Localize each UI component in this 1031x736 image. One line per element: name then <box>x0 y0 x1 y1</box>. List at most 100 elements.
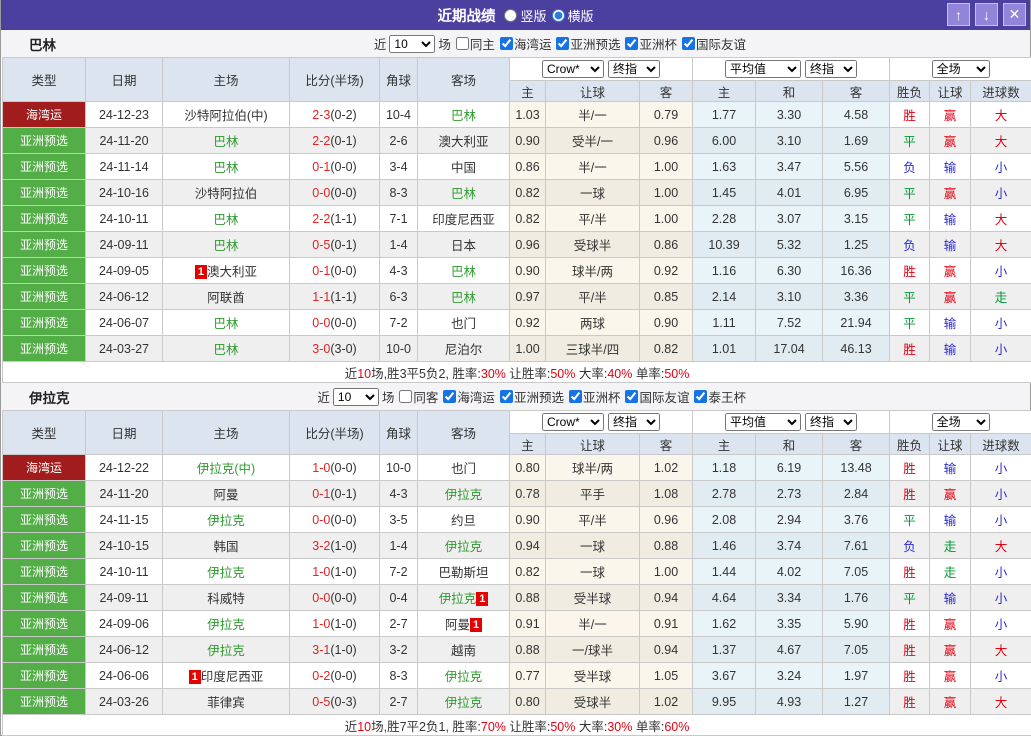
company-select[interactable]: Crow* <box>542 60 604 78</box>
column-header: 类型 <box>3 411 86 455</box>
average-index-select[interactable]: 终指 <box>805 60 857 78</box>
layout-option-vertical[interactable]: 竖版 <box>504 6 546 25</box>
league-filter[interactable]: 海湾运 <box>495 34 552 53</box>
column-header: 让球 <box>546 81 640 102</box>
corner-cell: 10-0 <box>380 455 418 481</box>
summary-text: 近10场,胜3平5负2, 胜率:30% 让胜率:50% 大率:40% 单率:50… <box>3 362 1031 383</box>
same-side-checkbox[interactable] <box>456 37 469 50</box>
same-side-checkbox[interactable] <box>399 390 412 403</box>
vertical-radio[interactable] <box>504 9 517 22</box>
odds-cell: 3.07 <box>756 206 823 232</box>
result-cell: 输 <box>930 206 971 232</box>
league-checkbox[interactable] <box>443 390 456 403</box>
match-type-badge: 亚洲预选 <box>3 481 86 507</box>
match-row: 亚洲预选24-09-06伊拉克1-0(1-0)2-7阿曼10.91半/一0.91… <box>3 611 1031 637</box>
odds-cell: 3.76 <box>823 507 890 533</box>
sections-container: 巴林近10场同主海湾运亚洲预选亚洲杯国际友谊类型日期主场比分(半场)角球客场Cr… <box>1 30 1030 736</box>
away-team-label: 巴林 <box>451 187 476 201</box>
league-filter[interactable]: 亚洲预选 <box>551 34 620 53</box>
summary-segment: 50% <box>550 720 575 734</box>
result-cell: 大 <box>971 533 1031 559</box>
league-checkbox[interactable] <box>682 37 695 50</box>
league-filter[interactable]: 亚洲预选 <box>495 387 564 406</box>
away-team: 约旦 <box>418 507 510 533</box>
date-cell: 24-03-27 <box>86 336 163 362</box>
odds-cell: 一球 <box>546 559 640 585</box>
result-cell: 平 <box>890 284 930 310</box>
average-select[interactable]: 平均值 <box>725 60 801 78</box>
league-checkbox[interactable] <box>500 390 513 403</box>
close-button[interactable]: ✕ <box>1003 3 1026 26</box>
score-cell: 0-1(0-1) <box>290 481 380 507</box>
odds-cell: 0.90 <box>510 258 546 284</box>
same-side-filter[interactable]: 同客 <box>394 387 438 406</box>
league-checkbox[interactable] <box>500 37 513 50</box>
league-checkbox[interactable] <box>625 390 638 403</box>
move-up-button[interactable]: ↑ <box>947 3 970 26</box>
odds-cell: 0.80 <box>510 455 546 481</box>
same-side-filter[interactable]: 同主 <box>451 34 495 53</box>
odds-cell: 1.27 <box>823 689 890 715</box>
recent-games-select[interactable]: 10 <box>389 35 435 53</box>
corner-cell: 1-4 <box>380 533 418 559</box>
odds-cell: 7.05 <box>823 559 890 585</box>
odds-cell: 1.02 <box>640 689 693 715</box>
league-filter[interactable]: 泰王杯 <box>689 387 746 406</box>
home-team-label: 巴林 <box>213 343 238 357</box>
match-type-badge: 亚洲预选 <box>3 611 86 637</box>
company-index-select[interactable]: 终指 <box>608 60 660 78</box>
home-team: 巴林 <box>163 310 290 336</box>
layout-option-horizontal[interactable]: 横版 <box>552 6 594 25</box>
league-label: 泰王杯 <box>708 387 746 406</box>
league-filter[interactable]: 亚洲杯 <box>564 387 621 406</box>
league-checkbox[interactable] <box>694 390 707 403</box>
halftime-score: (0-3) <box>330 695 356 709</box>
league-filter[interactable]: 国际友谊 <box>677 34 746 53</box>
odds-cell: 3.35 <box>756 611 823 637</box>
halftime-score: (1-0) <box>330 539 356 553</box>
result-cell: 大 <box>971 689 1031 715</box>
away-team: 也门 <box>418 310 510 336</box>
horizontal-radio[interactable] <box>552 9 565 22</box>
summary-segment: 10 <box>357 367 371 381</box>
summary-segment: 单率: <box>632 367 664 381</box>
home-team-label: 印度尼西亚 <box>201 670 264 684</box>
home-team-label: 沙特阿拉伯(中) <box>184 109 267 123</box>
away-team: 伊拉克 <box>418 481 510 507</box>
column-header: 胜负 <box>890 434 930 455</box>
league-filter[interactable]: 国际友谊 <box>620 387 689 406</box>
move-down-button[interactable]: ↓ <box>975 3 998 26</box>
league-checkbox[interactable] <box>569 390 582 403</box>
average-select[interactable]: 平均值 <box>725 413 801 431</box>
scope-select[interactable]: 全场 <box>932 60 990 78</box>
odds-cell: 0.86 <box>510 154 546 180</box>
match-row: 亚洲预选24-03-27巴林3-0(3-0)10-0尼泊尔1.00三球半/四0.… <box>3 336 1031 362</box>
home-team-label: 澳大利亚 <box>207 265 257 279</box>
league-filter[interactable]: 亚洲杯 <box>620 34 677 53</box>
home-team: 沙特阿拉伯 <box>163 180 290 206</box>
away-team: 伊拉克 <box>418 663 510 689</box>
league-checkbox[interactable] <box>625 37 638 50</box>
odds-cell: 1.00 <box>640 180 693 206</box>
league-filter[interactable]: 海湾运 <box>438 387 495 406</box>
result-cell: 大 <box>971 128 1031 154</box>
date-cell: 24-09-11 <box>86 232 163 258</box>
match-row: 亚洲预选24-11-14巴林0-1(0-0)3-4中国0.86半/一1.001.… <box>3 154 1031 180</box>
away-team: 印度尼西亚 <box>418 206 510 232</box>
average-index-select[interactable]: 终指 <box>805 413 857 431</box>
away-team: 巴林 <box>418 180 510 206</box>
league-checkbox[interactable] <box>556 37 569 50</box>
scope-select[interactable]: 全场 <box>932 413 990 431</box>
column-header: 类型 <box>3 58 86 102</box>
home-team: 伊拉克 <box>163 611 290 637</box>
fulltime-score: 3-2 <box>312 539 330 553</box>
recent-games-select[interactable]: 10 <box>333 388 379 406</box>
company-select[interactable]: Crow* <box>542 413 604 431</box>
summary-segment: 70% <box>481 720 506 734</box>
corner-cell: 3-5 <box>380 507 418 533</box>
odds-cell: 7.05 <box>823 637 890 663</box>
score-cell: 0-2(0-0) <box>290 663 380 689</box>
company-index-select[interactable]: 终指 <box>608 413 660 431</box>
score-cell: 1-1(1-1) <box>290 284 380 310</box>
summary-segment: 30% <box>481 367 506 381</box>
